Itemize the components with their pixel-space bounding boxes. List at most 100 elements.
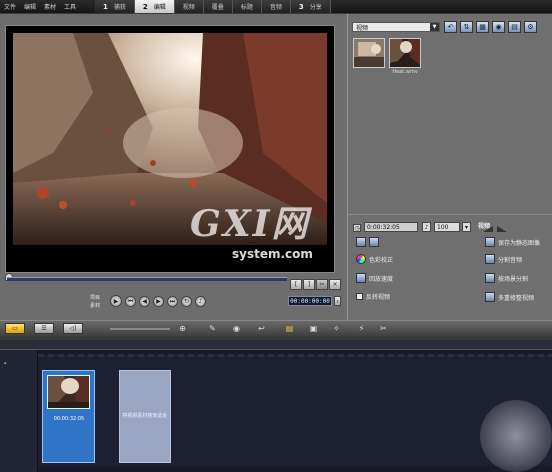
step-tabs: 1 捕获 2 编辑 视频 覆叠 标题 音频 3 分享	[95, 0, 331, 13]
library-thumb-2[interactable]	[389, 38, 421, 68]
scroll-up-icon[interactable]: ▴	[4, 360, 9, 380]
grid-view-icon[interactable]: ▦	[476, 21, 489, 33]
storyboard-view-icon[interactable]: ▭	[5, 323, 25, 334]
decorative-blur	[480, 400, 552, 472]
repeat-icon[interactable]: ↻	[181, 296, 192, 307]
tab-overlay[interactable]: 覆叠	[203, 0, 233, 13]
tab-share-number: 3	[298, 2, 304, 11]
ripple-icon[interactable]: ↩	[255, 323, 268, 334]
home-icon[interactable]: ⏮	[125, 296, 136, 307]
storyboard-area[interactable]	[38, 354, 552, 466]
split-clip-button[interactable]: ✂	[316, 279, 328, 290]
watermark-url: system.com	[232, 247, 313, 261]
storyboard-side-panel: ▴	[0, 350, 38, 472]
timeline-view-icon[interactable]: ☰	[34, 323, 54, 334]
timeline-toolbar: ▭ ☰ ◁) ⊕ ✎ ◉ ↩ ▤ ▣ ✧ ⚡ ✂	[0, 320, 552, 336]
library-thumb-2-label: Heat.wmv	[392, 69, 418, 75]
library-options-icon[interactable]: ▤	[508, 21, 521, 33]
mark-in-button[interactable]: [	[290, 279, 302, 290]
import-icon[interactable]: ↶	[444, 21, 457, 33]
reverse-video-option[interactable]: 反转视频	[356, 292, 390, 301]
scrub-bar[interactable]	[7, 277, 287, 281]
split-scene-option[interactable]: 按场景分割	[485, 273, 528, 283]
tab-capture-number: 1	[103, 2, 108, 11]
storyboard-clip[interactable]: 00:00:32:05	[42, 370, 95, 463]
color-correction-label: 色彩校正	[369, 256, 394, 264]
menu-edit[interactable]: 编辑	[20, 2, 40, 11]
save-still-label: 保存为静态图像	[498, 239, 541, 247]
storyboard-ruler	[0, 340, 552, 350]
sort-icon[interactable]: ⇅	[460, 21, 473, 33]
watermark: GXI网 system.com	[180, 195, 350, 275]
mix-icon[interactable]: ⚡	[355, 323, 368, 334]
menu-clip[interactable]: 素材	[40, 2, 60, 11]
step-forward-icon[interactable]: ▶	[153, 296, 164, 307]
library-settings-icon[interactable]: ⚙	[524, 21, 537, 33]
tab-capture[interactable]: 1 捕获	[95, 0, 135, 13]
tab-share-label: 分享	[309, 4, 322, 11]
tab-capture-label: 捕获	[113, 4, 126, 11]
mute-icon[interactable]: ♪	[422, 222, 431, 232]
play-icon[interactable]: ▶	[110, 295, 122, 307]
effects-icon[interactable]: ✧	[330, 323, 343, 334]
split-audio-option[interactable]: 分割音频	[485, 254, 522, 264]
playback-speed-label: 回放速度	[369, 275, 394, 283]
tab-title[interactable]: 标题	[232, 0, 262, 13]
timecode-stepper[interactable]: ⇕	[334, 296, 341, 306]
menu-bar: 文件 编辑 素材 工具 1 捕获 2 编辑 视频 覆叠 标题 音频 3 分享	[0, 0, 552, 13]
duration-field[interactable]: 0:00:32:05	[364, 222, 418, 232]
tab-video[interactable]: 视频	[174, 0, 204, 13]
zoom-icon[interactable]: ⊕	[176, 323, 189, 334]
split-audio-label: 分割音频	[498, 256, 523, 264]
end-icon[interactable]: ⏭	[167, 296, 178, 307]
tab-audio[interactable]: 音频	[261, 0, 291, 13]
zoom-slider[interactable]	[110, 328, 170, 330]
rotate-right-icon[interactable]	[369, 237, 379, 247]
timecode-display[interactable]: 00:00:00:00	[288, 296, 332, 306]
project-label[interactable]: 项目	[90, 294, 100, 301]
capture-icon[interactable]: ◉	[492, 21, 505, 33]
multi-trim-option[interactable]: 多重修整视频	[485, 292, 534, 302]
tab-video-label: 视频	[182, 4, 195, 11]
tab-edit-label: 编辑	[153, 4, 166, 11]
playback-speed-option[interactable]: 回放速度	[356, 273, 393, 283]
color-wheel-icon	[356, 254, 366, 264]
menu-tools[interactable]: 工具	[60, 2, 80, 11]
reverse-video-label: 反转视频	[366, 294, 391, 301]
swap-icon-row[interactable]	[356, 237, 379, 247]
film-icon[interactable]: ✎	[206, 323, 219, 334]
split-scene-label: 按场景分割	[498, 275, 529, 283]
add-track-icon[interactable]: ▤	[283, 323, 296, 334]
clip-thumbnail	[47, 375, 90, 409]
volume-field[interactable]: 100	[434, 222, 460, 232]
library-panel: 视频 ▼ ↶ ⇅ ▦ ◉ ▤ ⚙ Heat.wmv	[347, 14, 552, 214]
rotate-left-icon[interactable]	[356, 237, 366, 247]
drop-zone[interactable]: 将视频素材拖到此处	[119, 370, 171, 463]
close-preview-button[interactable]: ×	[329, 279, 341, 290]
watermark-logo: GXI网	[190, 203, 310, 245]
tab-edit[interactable]: 2 编辑	[134, 0, 175, 13]
smart-proxy-icon[interactable]: ▣	[307, 323, 320, 334]
library-thumb-1[interactable]	[353, 38, 385, 68]
tab-share[interactable]: 3 分享	[290, 0, 331, 13]
save-still-option[interactable]: 保存为静态图像	[485, 237, 540, 247]
clip-label[interactable]: 素材	[90, 302, 100, 309]
speed-icon	[356, 273, 366, 283]
audio-view-icon[interactable]: ◁)	[63, 323, 83, 334]
save-still-icon	[485, 237, 495, 247]
color-correction-option[interactable]: 色彩校正	[356, 254, 393, 264]
menu-file[interactable]: 文件	[0, 2, 20, 11]
library-category-dropdown[interactable]: 视频 ▼	[352, 22, 440, 32]
reverse-video-checkbox[interactable]	[356, 293, 363, 300]
mark-out-button[interactable]: ]	[303, 279, 315, 290]
volume-stepper[interactable]: ▾	[462, 222, 471, 232]
export-icon[interactable]: ✂	[377, 323, 390, 334]
split-scene-icon	[485, 273, 495, 283]
volume-icon[interactable]: ♪	[195, 296, 206, 307]
fade-icons[interactable]	[483, 224, 511, 232]
library-dropdown-value: 视频	[356, 24, 369, 32]
tab-audio-label: 音频	[269, 4, 282, 11]
multi-trim-icon	[485, 292, 495, 302]
record-icon[interactable]: ◉	[230, 323, 243, 334]
step-back-icon[interactable]: ◀	[139, 296, 150, 307]
